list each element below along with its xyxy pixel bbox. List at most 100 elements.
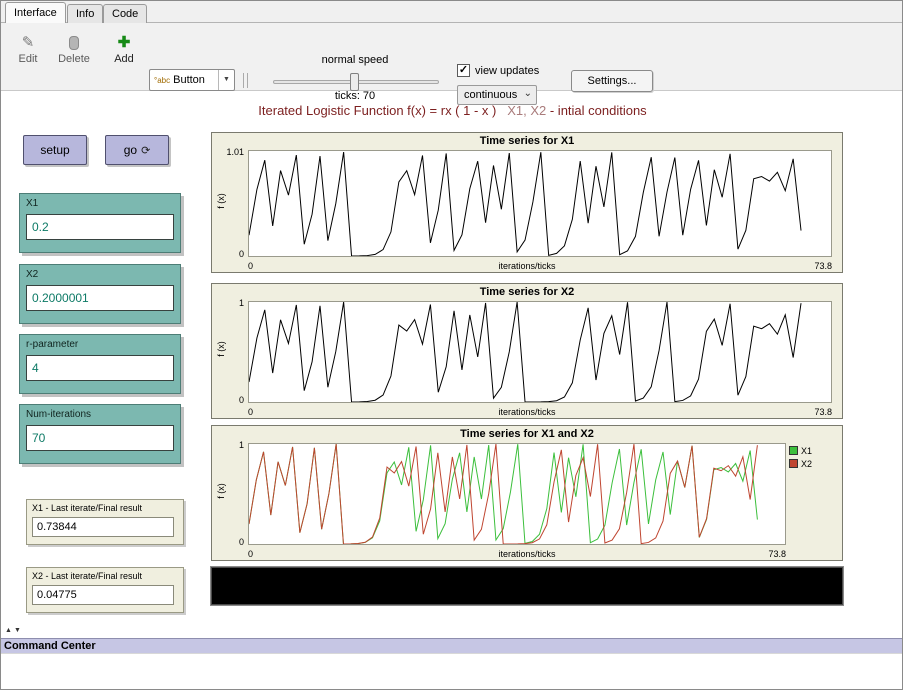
widget-type-dropdown[interactable]: °abcButton ▼ [149, 69, 235, 91]
combo-arrow-icon: ⌄ [524, 85, 532, 103]
plot-x2-ylabel: f (x) [216, 334, 226, 364]
plot-x1-x2-xlabel: iterations/ticks [212, 549, 842, 559]
input-x1-label: X1 [20, 194, 180, 209]
input-x1-field[interactable]: 0.2 [26, 214, 174, 240]
plot-x1-xlabel: iterations/ticks [212, 261, 842, 271]
monitor-x2-final-value: 0.04775 [33, 586, 173, 604]
plot-x2: Time series for X2 f (x) 1 0 0 iteration… [211, 283, 843, 419]
input-x2-label: X2 [20, 265, 180, 280]
plot-x1-x2-ytick-min: 0 [212, 537, 244, 547]
chevron-down-icon: ▼ [218, 70, 234, 90]
input-x1-value: 0.2 [27, 215, 173, 239]
monitor-x1-final-value: 0.73844 [33, 518, 173, 536]
go-button-label: go [124, 143, 137, 157]
delete-icon [69, 36, 79, 50]
input-x2-value: 0.2000001 [27, 286, 173, 310]
command-center-splitter[interactable]: ▲▼ [5, 627, 23, 634]
input-num-iterations: Num-iterations 70 [19, 404, 181, 464]
model-title-note: - intial conditions [550, 103, 647, 118]
plot-x1-x2-area [248, 443, 786, 545]
world-view[interactable] [211, 567, 843, 605]
plot-x2-ytick-max: 1 [212, 298, 244, 308]
plot-x2-xtick-max: 73.8 [814, 407, 832, 417]
setup-button[interactable]: setup [23, 135, 87, 165]
model-title-vars: X1, X2 [507, 103, 546, 118]
monitor-x1-final: X1 - Last iterate/Final result 0.73844 [26, 499, 184, 545]
widget-type-value: Button [173, 74, 205, 86]
go-button[interactable]: go ⟳ [105, 135, 169, 165]
monitor-x1-final-label: X1 - Last iterate/Final result [27, 500, 183, 513]
plot-x2-ytick-min: 0 [212, 395, 244, 405]
add-button[interactable]: ✚ Add [101, 33, 147, 65]
input-x2: X2 0.2000001 [19, 264, 181, 324]
splitter-up-icon: ▲ [5, 627, 14, 634]
edit-pencil-icon: ✎ [5, 33, 51, 53]
monitor-x2-final-label: X2 - Last iterate/Final result [27, 568, 183, 581]
edit-button[interactable]: ✎ Edit [5, 33, 51, 65]
plot-x1-x2-ytick-max: 1 [212, 440, 244, 450]
plot-legend: X1 X2 [789, 445, 839, 471]
add-plus-icon: ✚ [101, 33, 147, 53]
plot-x2-title: Time series for X2 [212, 286, 842, 298]
plot-x1-title: Time series for X1 [212, 135, 842, 147]
plot-x1-canvas [249, 151, 831, 256]
toolbar: ✎ Edit Delete ✚ Add °abcButton ▼ normal … [1, 23, 902, 91]
input-r-parameter-value: 4 [27, 356, 173, 380]
splitter-down-icon: ▼ [14, 627, 23, 634]
ticks-counter: ticks: 70 [269, 90, 441, 102]
plot-x1-x2-ylabel: f (x) [216, 476, 226, 506]
input-r-parameter-field[interactable]: 4 [26, 355, 174, 381]
legend-label-x2: X2 [801, 459, 812, 469]
plot-x1-ylabel: f (x) [216, 186, 226, 216]
plot-x1-area [248, 150, 832, 257]
speed-slider-label: normal speed [269, 54, 441, 66]
abc-widget-icon: °abc [154, 76, 170, 85]
plot-x1-x2: Time series for X1 and X2 f (x) 1 0 X1 X… [211, 425, 843, 561]
legend-swatch-x2 [789, 459, 798, 468]
command-center-body[interactable] [1, 653, 902, 690]
plot-x2-xlabel: iterations/ticks [212, 407, 842, 417]
speed-slider-thumb[interactable] [350, 73, 359, 91]
check-icon: ✓ [459, 64, 468, 76]
legend-item-x1: X1 [789, 445, 839, 458]
model-title: Iterated Logistic Function f(x) = rx ( 1… [1, 103, 903, 118]
input-r-parameter-label: r-parameter [20, 335, 180, 350]
view-updates-label: view updates [475, 65, 539, 77]
command-center-header: Command Center [1, 638, 902, 653]
tab-info[interactable]: Info [67, 4, 103, 23]
plot-x1-x2-canvas [249, 444, 785, 544]
setup-button-label: setup [40, 143, 69, 157]
input-x2-field[interactable]: 0.2000001 [26, 285, 174, 311]
edit-label: Edit [5, 53, 51, 65]
plot-x1-x2-xtick-max: 73.8 [768, 549, 786, 559]
legend-item-x2: X2 [789, 458, 839, 471]
delete-label: Delete [51, 53, 97, 65]
monitor-x2-final: X2 - Last iterate/Final result 0.04775 [26, 567, 184, 613]
settings-button[interactable]: Settings... [571, 70, 653, 92]
input-num-iterations-label: Num-iterations [20, 405, 180, 420]
plot-x1-x2-title: Time series for X1 and X2 [212, 428, 842, 440]
add-label: Add [101, 53, 147, 65]
tab-interface[interactable]: Interface [5, 2, 66, 23]
toolbar-grip [243, 73, 248, 88]
model-title-main: Iterated Logistic Function f(x) = rx ( 1… [258, 103, 496, 118]
view-updates-checkbox[interactable]: ✓ [457, 64, 470, 77]
tab-code[interactable]: Code [103, 4, 147, 23]
input-num-iterations-field[interactable]: 70 [26, 425, 174, 451]
plot-x2-area [248, 301, 832, 403]
plot-x1-ytick-min: 0 [212, 249, 244, 259]
input-x1: X1 0.2 [19, 193, 181, 253]
update-mode-value: continuous [464, 89, 517, 101]
netlogo-window: Interface Info Code ✎ Edit Delete ✚ Add … [0, 0, 903, 690]
plot-x1: Time series for X1 f (x) 1.01 0 0 iterat… [211, 132, 843, 273]
plot-x1-ytick-max: 1.01 [212, 147, 244, 157]
forever-icon: ⟳ [141, 145, 150, 157]
input-r-parameter: r-parameter 4 [19, 334, 181, 394]
plot-x1-xtick-max: 73.8 [814, 261, 832, 271]
legend-label-x1: X1 [801, 446, 812, 456]
input-num-iterations-value: 70 [27, 426, 173, 450]
legend-swatch-x1 [789, 446, 798, 455]
delete-button[interactable]: Delete [51, 33, 97, 65]
update-mode-dropdown[interactable]: continuous ⌄ [457, 85, 537, 105]
tab-bar: Interface Info Code [1, 1, 902, 23]
